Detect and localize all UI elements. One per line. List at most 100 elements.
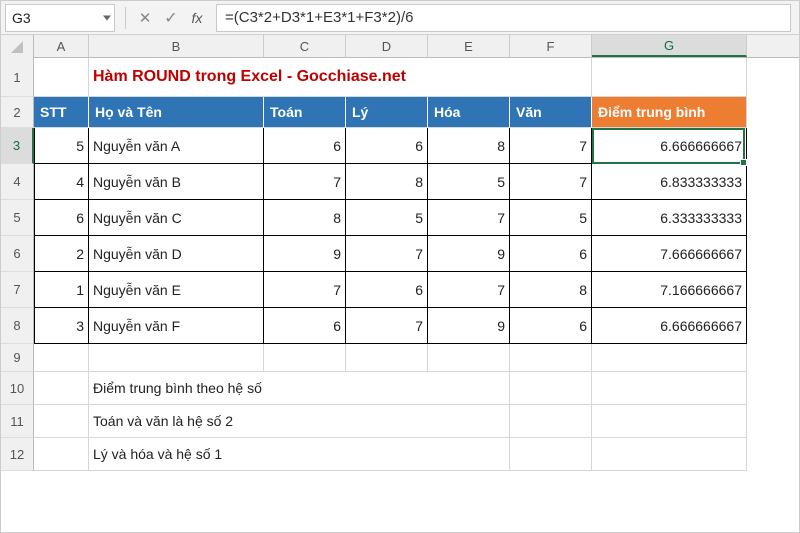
- cell-B9[interactable]: [89, 344, 264, 372]
- row-header-12[interactable]: 12: [1, 438, 34, 471]
- col-header-E[interactable]: E: [428, 35, 510, 57]
- cell-E7[interactable]: 7: [428, 272, 510, 308]
- cell-A7[interactable]: 1: [34, 272, 89, 308]
- cell-A12[interactable]: [34, 438, 89, 471]
- cell-G11[interactable]: [592, 405, 747, 438]
- col-header-A[interactable]: A: [34, 35, 89, 57]
- cell-A2[interactable]: STT: [34, 97, 89, 128]
- row-header-11[interactable]: 11: [1, 405, 34, 438]
- cell-C5[interactable]: 8: [264, 200, 346, 236]
- column-headers: A B C D E F G: [1, 35, 799, 58]
- cell-D8[interactable]: 7: [346, 308, 428, 344]
- cell-G9[interactable]: [592, 344, 747, 372]
- val: Nguyễn văn E: [93, 282, 181, 298]
- cell-B4[interactable]: Nguyễn văn B: [89, 164, 264, 200]
- cell-G12[interactable]: [592, 438, 747, 471]
- cell-C8[interactable]: 6: [264, 308, 346, 344]
- col-header-D[interactable]: D: [346, 35, 428, 57]
- col-header-B[interactable]: B: [89, 35, 264, 57]
- cell-C7[interactable]: 7: [264, 272, 346, 308]
- cell-E3[interactable]: 8: [428, 128, 510, 164]
- cell-C9[interactable]: [264, 344, 346, 372]
- cell-F7[interactable]: 8: [510, 272, 592, 308]
- cell-F2[interactable]: Văn: [510, 97, 592, 128]
- cell-C2[interactable]: Toán: [264, 97, 346, 128]
- cell-A5[interactable]: 6: [34, 200, 89, 236]
- cell-G8[interactable]: 6.666666667: [592, 308, 747, 344]
- cell-G7[interactable]: 7.166666667: [592, 272, 747, 308]
- val: 7: [415, 318, 423, 334]
- cell-G5[interactable]: 6.333333333: [592, 200, 747, 236]
- row-header-10[interactable]: 10: [1, 372, 34, 405]
- cell-A4[interactable]: 4: [34, 164, 89, 200]
- cell-B2[interactable]: Họ và Tên: [89, 97, 264, 128]
- cell-F9[interactable]: [510, 344, 592, 372]
- cell-F3[interactable]: 7: [510, 128, 592, 164]
- cell-A8[interactable]: 3: [34, 308, 89, 344]
- cell-G2[interactable]: Điểm trung bình: [592, 97, 747, 128]
- formula-input[interactable]: =(C3*2+D3*1+E3*1+F3*2)/6: [216, 4, 791, 32]
- cell-A10[interactable]: [34, 372, 89, 405]
- row-header-5[interactable]: 5: [1, 200, 34, 236]
- cell-E5[interactable]: 7: [428, 200, 510, 236]
- col-header-C[interactable]: C: [264, 35, 346, 57]
- cell-B6[interactable]: Nguyễn văn D: [89, 236, 264, 272]
- cell-D6[interactable]: 7: [346, 236, 428, 272]
- row-header-1[interactable]: 1: [1, 58, 34, 97]
- row-header-3[interactable]: 3: [1, 128, 34, 164]
- cell-C6[interactable]: 9: [264, 236, 346, 272]
- cell-F4[interactable]: 7: [510, 164, 592, 200]
- cell-D3[interactable]: 6: [346, 128, 428, 164]
- cell-G4[interactable]: 6.833333333: [592, 164, 747, 200]
- cell-G10[interactable]: [592, 372, 747, 405]
- cell-A6[interactable]: 2: [34, 236, 89, 272]
- cell-B7[interactable]: Nguyễn văn E: [89, 272, 264, 308]
- cell-B10[interactable]: Điểm trung bình theo hệ số: [89, 372, 510, 405]
- cancel-icon[interactable]: ✕: [132, 5, 158, 31]
- cell-E6[interactable]: 9: [428, 236, 510, 272]
- cell-F11[interactable]: [510, 405, 592, 438]
- cell-G6[interactable]: 7.666666667: [592, 236, 747, 272]
- cell-F5[interactable]: 5: [510, 200, 592, 236]
- cell-E4[interactable]: 5: [428, 164, 510, 200]
- cell-F10[interactable]: [510, 372, 592, 405]
- cell-G3[interactable]: 6.666666667: [592, 128, 747, 164]
- col-header-F[interactable]: F: [510, 35, 592, 57]
- row-header-2[interactable]: 2: [1, 97, 34, 128]
- cell-A11[interactable]: [34, 405, 89, 438]
- row-header-7[interactable]: 7: [1, 272, 34, 308]
- row-header-4[interactable]: 4: [1, 164, 34, 200]
- cell-D5[interactable]: 5: [346, 200, 428, 236]
- cell-D7[interactable]: 6: [346, 272, 428, 308]
- cell-F12[interactable]: [510, 438, 592, 471]
- row-header-9[interactable]: 9: [1, 344, 34, 372]
- cell-F8[interactable]: 6: [510, 308, 592, 344]
- cell-E8[interactable]: 9: [428, 308, 510, 344]
- cell-B1-title[interactable]: Hàm ROUND trong Excel - Gocchiase.net: [89, 58, 592, 97]
- col-header-G[interactable]: G: [592, 35, 747, 57]
- cell-F6[interactable]: 6: [510, 236, 592, 272]
- row-header-6[interactable]: 6: [1, 236, 34, 272]
- cell-D4[interactable]: 8: [346, 164, 428, 200]
- cell-B8[interactable]: Nguyễn văn F: [89, 308, 264, 344]
- select-all-corner[interactable]: [1, 35, 34, 58]
- cell-C4[interactable]: 7: [264, 164, 346, 200]
- row-header-8[interactable]: 8: [1, 308, 34, 344]
- chevron-down-icon[interactable]: [103, 15, 111, 20]
- name-box[interactable]: G3: [5, 4, 115, 32]
- enter-icon[interactable]: ✓: [158, 5, 184, 31]
- cell-B12[interactable]: Lý và hóa và hệ số 1: [89, 438, 510, 471]
- cell-D2[interactable]: Lý: [346, 97, 428, 128]
- cell-A1[interactable]: [34, 58, 89, 97]
- cell-E9[interactable]: [428, 344, 510, 372]
- cell-E2[interactable]: Hóa: [428, 97, 510, 128]
- cell-B5[interactable]: Nguyễn văn C: [89, 200, 264, 236]
- cell-A9[interactable]: [34, 344, 89, 372]
- cell-B11[interactable]: Toán và văn là hệ số 2: [89, 405, 510, 438]
- cell-C3[interactable]: 6: [264, 128, 346, 164]
- cell-A3[interactable]: 5: [34, 128, 89, 164]
- cell-D9[interactable]: [346, 344, 428, 372]
- fx-icon[interactable]: fx: [184, 5, 210, 31]
- cell-B3[interactable]: Nguyễn văn A: [89, 128, 264, 164]
- cell-G1[interactable]: [592, 58, 747, 97]
